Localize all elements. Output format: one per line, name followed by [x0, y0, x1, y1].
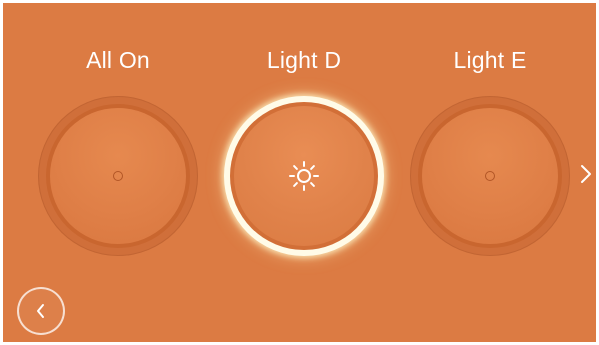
dot-icon [113, 171, 123, 181]
sun-icon [289, 161, 319, 191]
back-button[interactable] [17, 287, 65, 335]
light-label-light-e: Light E [453, 47, 527, 73]
light-d-toggle-button[interactable] [224, 96, 384, 256]
light-control-light-e: Light E [410, 3, 570, 263]
all-on-toggle-button[interactable] [38, 96, 198, 256]
light-label-all-on: All On [86, 47, 150, 73]
light-e-toggle-button[interactable] [410, 96, 570, 256]
dot-icon [485, 171, 495, 181]
chevron-left-icon [37, 304, 44, 318]
chevron-right-icon[interactable] [577, 161, 595, 187]
light-label-light-d: Light D [266, 47, 342, 73]
light-control-all-on: All On [38, 3, 198, 263]
light-control-light-d: Light D [224, 3, 384, 263]
lighting-control-screen: All On Light D Light E [3, 3, 596, 342]
